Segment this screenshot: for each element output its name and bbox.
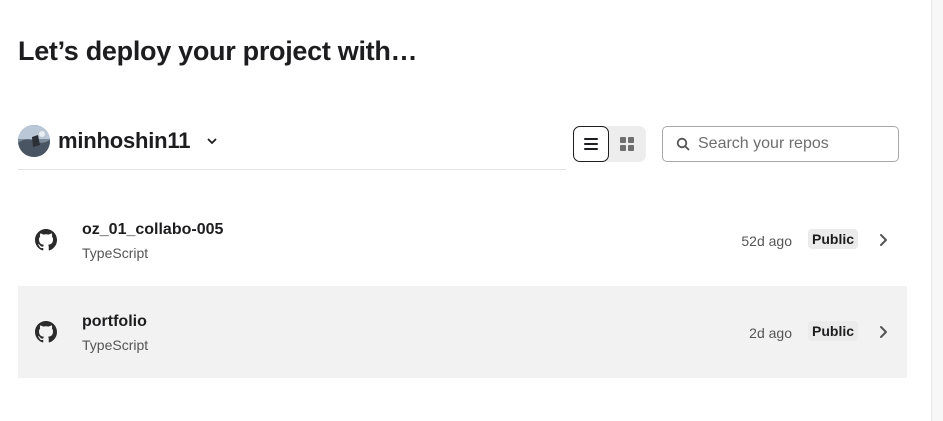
- repo-updated-time: 52d ago: [741, 233, 792, 249]
- repo-name: portfolio: [82, 313, 147, 330]
- repo-row-oz-01-collabo-005[interactable]: oz_01_collabo-005 TypeScript 52d ago Pub…: [18, 194, 907, 286]
- deploy-page: Let’s deploy your project with… minhoshi…: [0, 0, 943, 421]
- chevron-down-icon[interactable]: [206, 135, 218, 147]
- grid-view-button[interactable]: [609, 126, 645, 162]
- visibility-badge: Public: [808, 229, 859, 249]
- repo-language: TypeScript: [82, 245, 149, 261]
- list-icon: [584, 138, 598, 150]
- search-icon: [676, 137, 690, 151]
- grid-icon: [620, 137, 634, 151]
- repo-name: oz_01_collabo-005: [82, 221, 224, 238]
- repo-list: oz_01_collabo-005 TypeScript 52d ago Pub…: [18, 194, 907, 378]
- list-view-button[interactable]: [573, 126, 609, 162]
- repo-updated-time: 2d ago: [749, 325, 792, 341]
- account-name: minhoshin11: [58, 128, 191, 153]
- account-selector[interactable]: minhoshin11: [18, 125, 218, 157]
- visibility-badge: Public: [808, 321, 859, 341]
- scrollbar-track[interactable]: [931, 0, 943, 421]
- chevron-right-icon: [880, 326, 887, 338]
- view-toggle: [573, 126, 646, 162]
- search-box: [662, 126, 899, 162]
- page-title: Let’s deploy your project with…: [18, 36, 418, 66]
- github-icon: [35, 321, 57, 343]
- search-input[interactable]: [698, 135, 888, 153]
- chevron-right-icon: [880, 234, 887, 246]
- repo-language: TypeScript: [82, 337, 149, 353]
- avatar: [18, 125, 50, 157]
- repo-row-portfolio[interactable]: portfolio TypeScript 2d ago Public: [18, 286, 907, 378]
- github-icon: [35, 229, 57, 251]
- account-divider: [18, 169, 566, 170]
